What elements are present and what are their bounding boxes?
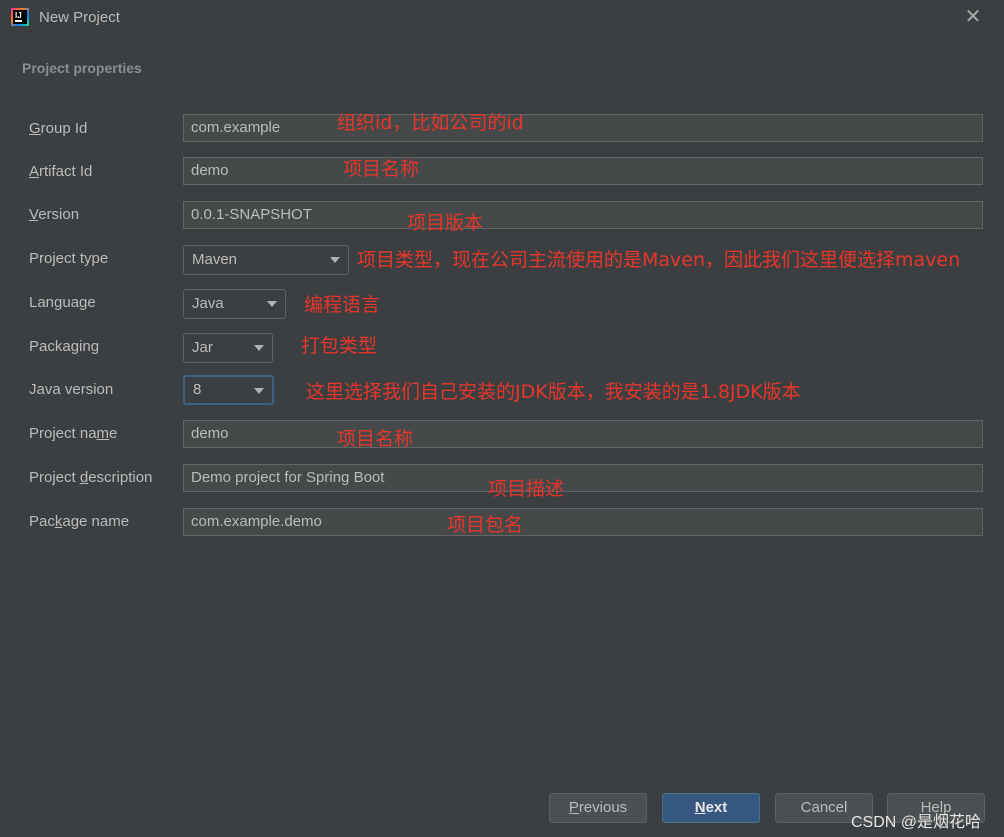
java-version-label: Java version	[29, 381, 114, 398]
package-name-field[interactable]: com.example.demo	[183, 508, 983, 536]
packaging-value: Jar	[192, 339, 213, 356]
artifact-id-label: Artifact Id	[29, 163, 93, 180]
version-label: Version	[29, 206, 80, 223]
language-label: Language	[29, 294, 96, 311]
title-bar: IJ New Project ✕	[0, 0, 1004, 36]
project-type-annotation: 项目类型，现在公司主流使用的是Maven，因此我们这里便选择maven	[357, 249, 961, 271]
window-title: New Project	[39, 9, 120, 26]
chevron-down-icon	[254, 388, 264, 394]
packaging-dropdown[interactable]: Jar	[183, 333, 273, 363]
next-button[interactable]: Next	[662, 793, 760, 823]
chevron-down-icon	[330, 257, 340, 263]
project-name-label: Project name	[29, 425, 118, 442]
chevron-down-icon	[267, 301, 277, 307]
version-annotation: 项目版本	[407, 212, 484, 234]
packaging-annotation: 打包类型	[301, 335, 378, 357]
java-version-dropdown[interactable]: 8	[183, 375, 274, 405]
artifact-id-annotation: 项目名称	[343, 158, 420, 180]
project-description-label: Project description	[29, 469, 153, 486]
package-name-annotation: 项目包名	[447, 514, 524, 536]
close-icon[interactable]: ✕	[962, 6, 984, 28]
artifact-id-field[interactable]: demo	[183, 157, 983, 185]
group-id-field[interactable]: com.example	[183, 114, 983, 142]
java-version-annotation: 这里选择我们自己安装的JDK版本，我安装的是1.8JDK版本	[306, 381, 801, 403]
language-annotation: 编程语言	[304, 294, 381, 316]
intellij-icon: IJ	[11, 8, 29, 26]
language-value: Java	[192, 295, 224, 312]
section-title: Project properties	[22, 60, 142, 76]
project-type-label: Project type	[29, 250, 109, 267]
language-dropdown[interactable]: Java	[183, 289, 286, 319]
previous-button[interactable]: Previous	[549, 793, 647, 823]
java-version-value: 8	[193, 381, 202, 398]
version-field[interactable]: 0.0.1-SNAPSHOT	[183, 201, 983, 229]
project-name-annotation: 项目名称	[337, 428, 414, 450]
watermark: CSDN @是烟花哈	[851, 814, 982, 831]
project-description-field[interactable]: Demo project for Spring Boot	[183, 464, 983, 492]
chevron-down-icon	[254, 345, 264, 351]
group-id-annotation: 组织id，比如公司的id	[337, 112, 524, 134]
project-description-annotation: 项目描述	[488, 478, 565, 500]
packaging-label: Packaging	[29, 338, 100, 355]
project-type-value: Maven	[192, 251, 238, 268]
project-name-field[interactable]: demo	[183, 420, 983, 448]
package-name-label: Package name	[29, 513, 130, 530]
project-type-dropdown[interactable]: Maven	[183, 245, 349, 275]
group-id-label: Group Id	[29, 120, 88, 137]
